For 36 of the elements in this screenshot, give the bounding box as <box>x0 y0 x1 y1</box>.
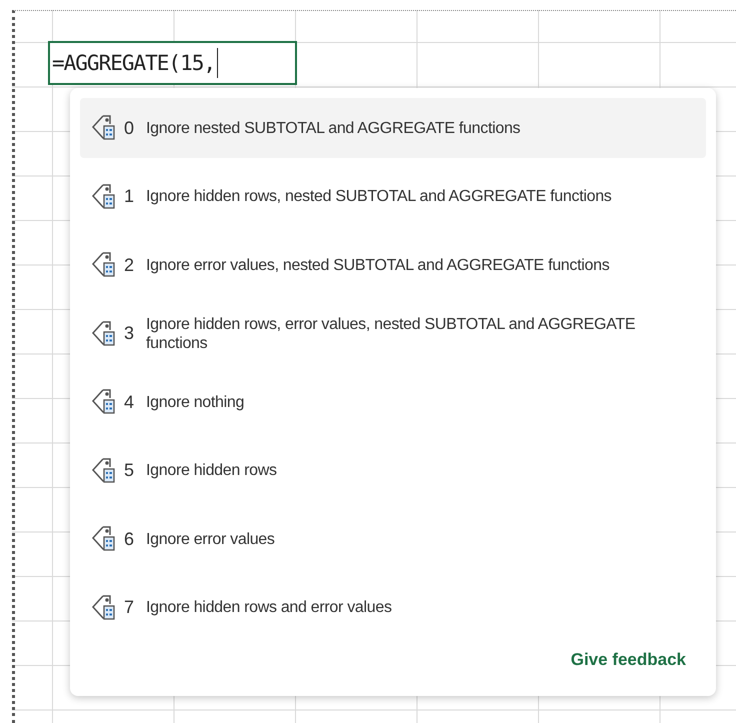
tag-list-icon <box>90 251 116 279</box>
option-number: 5 <box>124 460 136 481</box>
option-number: 7 <box>124 597 136 618</box>
suggestion-item[interactable]: 4 Ignore nothing <box>80 372 706 432</box>
option-number: 0 <box>124 118 136 138</box>
option-number: 6 <box>124 528 136 550</box>
option-description: Ignore hidden rows, nested SUBTOTAL and AGGREGATE functions <box>146 187 612 206</box>
option-number: 3 <box>124 323 136 344</box>
cell-editor[interactable]: =AGGREGATE(15, <box>48 41 297 85</box>
suggestion-item[interactable]: 7 Ignore hidden rows and error values <box>80 578 706 638</box>
option-number: 2 <box>124 254 136 276</box>
option-description: Ignore nested SUBTOTAL and AGGREGATE functions <box>146 118 520 138</box>
suggestion-item[interactable]: 5 Ignore hidden rows <box>80 440 706 500</box>
suggestion-item[interactable]: 6 Ignore error values <box>80 509 706 569</box>
text-cursor <box>217 48 218 78</box>
tag-list-icon <box>90 525 116 553</box>
suggestion-item[interactable]: 2 Ignore error values, nested SUBTOTAL and AGGREGATE functions <box>80 235 706 295</box>
option-description: Ignore error values, nested SUBTOTAL and AGGREGATE functions <box>146 256 610 274</box>
option-number: 4 <box>124 392 136 412</box>
suggestion-item[interactable]: 3 Ignore hidden rows, error values, nested SUBTOTAL and AGGREGATE functions <box>80 304 706 364</box>
option-description: Ignore hidden rows <box>146 461 277 480</box>
formula-text: =AGGREGATE(15, <box>52 51 216 75</box>
option-description: Ignore hidden rows and error values <box>146 598 392 617</box>
option-description: Ignore nothing <box>146 392 244 412</box>
tag-list-icon <box>90 182 116 210</box>
suggestion-item[interactable]: 0 Ignore nested SUBTOTAL and AGGREGATE functions <box>80 98 706 158</box>
tag-list-icon <box>90 388 116 416</box>
option-description: Ignore hidden rows, error values, nested SUBTOTAL and AGGREGATE functions <box>146 314 636 352</box>
option-number: 1 <box>124 186 136 207</box>
tag-list-icon <box>90 114 116 142</box>
option-description: Ignore error values <box>146 530 275 548</box>
suggestion-item[interactable]: 1 Ignore hidden rows, nested SUBTOTAL and AGGREGATE functions <box>80 166 706 226</box>
tag-list-icon <box>90 320 116 348</box>
give-feedback-link[interactable]: Give feedback <box>570 650 686 670</box>
tag-list-icon <box>90 594 116 622</box>
tag-list-icon <box>90 456 116 484</box>
